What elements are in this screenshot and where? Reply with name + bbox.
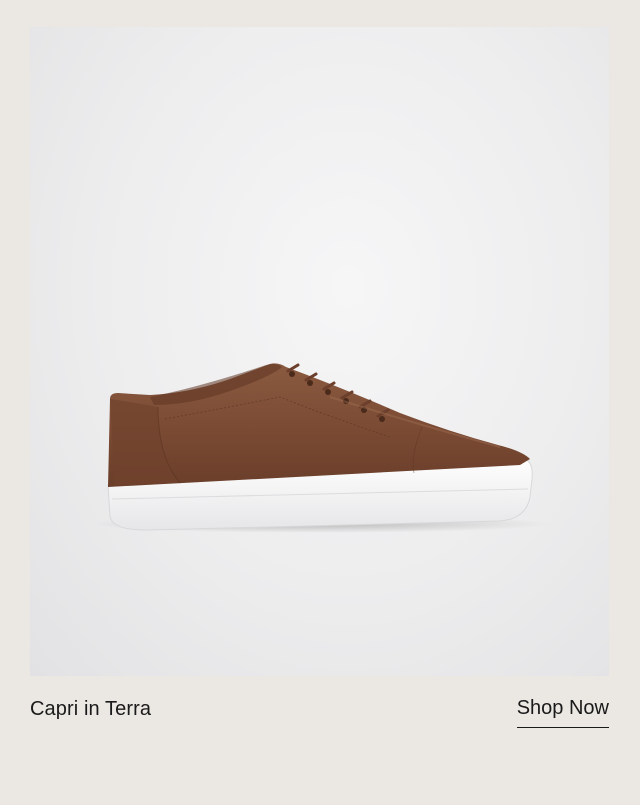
sneaker-icon [90, 363, 550, 533]
shop-now-link[interactable]: Shop Now [516, 697, 609, 728]
product-title: Capri in Terra [30, 698, 152, 720]
product-image[interactable] [30, 27, 609, 676]
